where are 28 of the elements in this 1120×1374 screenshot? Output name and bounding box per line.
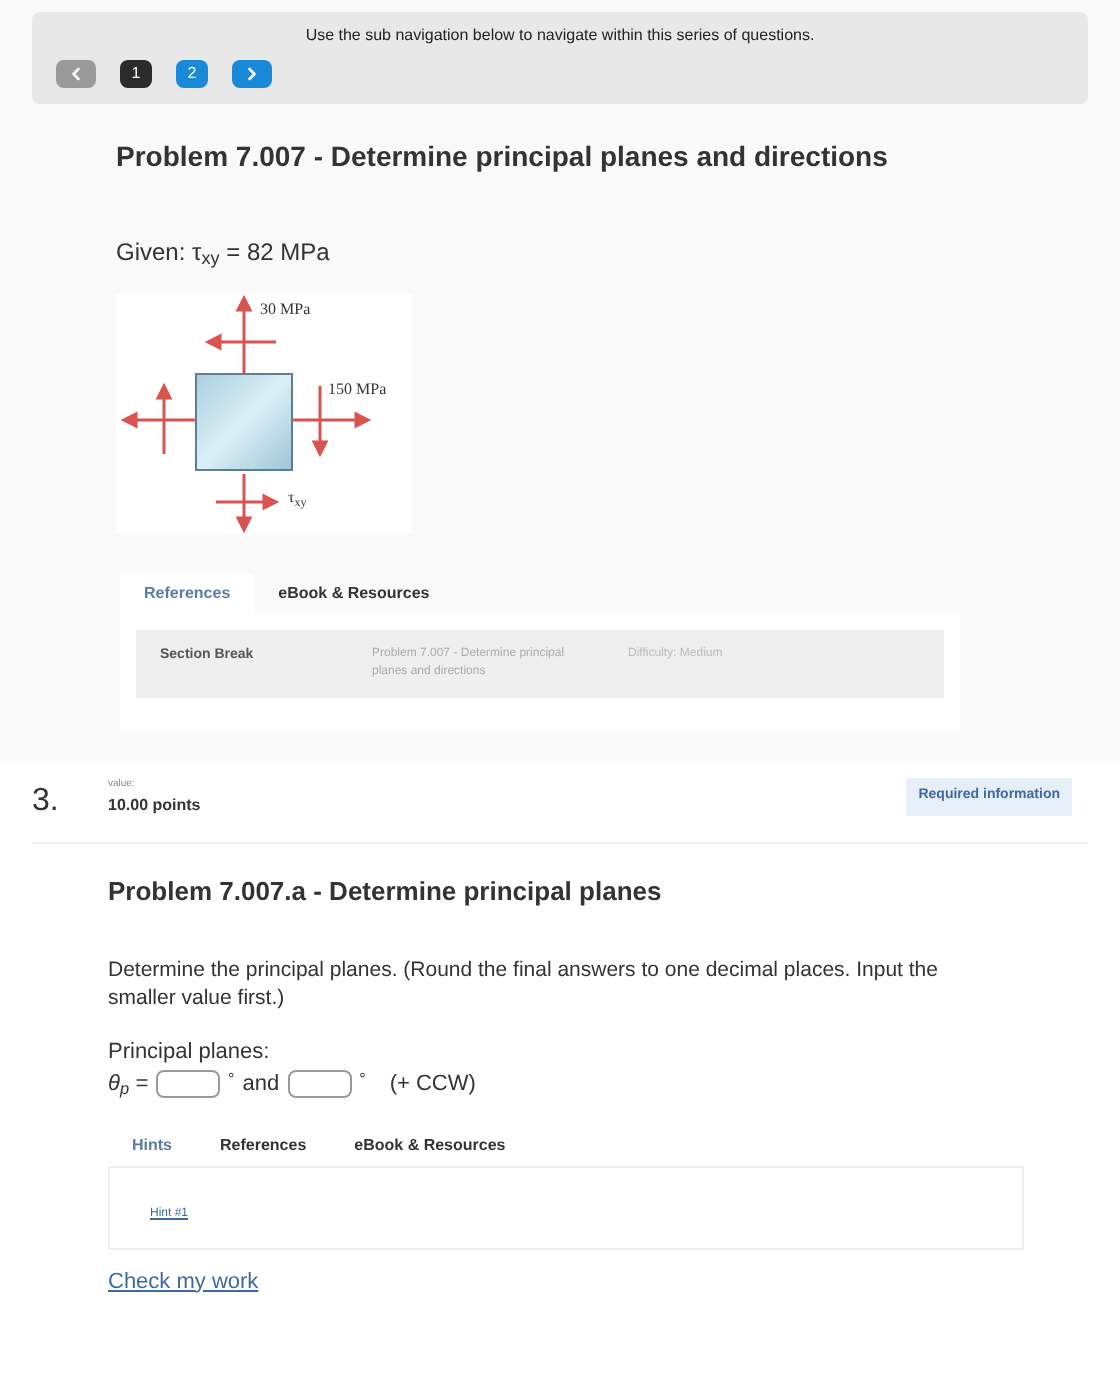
stress-label: 30 MPa bbox=[260, 298, 311, 322]
direction-text: (+ CCW) bbox=[389, 1070, 476, 1100]
chevron-right-icon bbox=[242, 64, 262, 84]
next-button[interactable] bbox=[232, 60, 272, 88]
theta-symbol: θ$_{p}$ = bbox=[108, 1070, 149, 1101]
answer-field[interactable] bbox=[287, 1070, 352, 1099]
tab[interactable]: eBook & Resources bbox=[254, 574, 454, 614]
problem-title: Problem 7.007 - Determine principal planes and directions bbox=[116, 138, 890, 176]
stress-label: τ$_{xy}$ bbox=[288, 486, 307, 510]
tab[interactable]: References bbox=[120, 574, 255, 614]
answer-field[interactable] bbox=[156, 1070, 221, 1099]
question-title: Problem 7.007.a - Determine principal planes bbox=[108, 874, 664, 910]
page-button[interactable]: 1 bbox=[120, 60, 152, 88]
degree-sign: ° bbox=[359, 1068, 366, 1092]
answer-label: Principal planes: bbox=[108, 1037, 272, 1067]
and-text: and bbox=[242, 1070, 280, 1100]
question-prompt: Determine the principal planes. (Round the final answers to one decimal places. Input the smaller value first.) bbox=[108, 955, 940, 1011]
degree-sign: ° bbox=[228, 1068, 235, 1092]
check-my-work-link[interactable]: Check my work bbox=[108, 1265, 259, 1298]
question-number: 3. bbox=[32, 782, 61, 822]
tab[interactable]: References bbox=[196, 1125, 331, 1165]
stress-label: 150 MPa bbox=[328, 378, 387, 402]
points-text: 10.00 points bbox=[108, 793, 201, 817]
tab[interactable]: eBook & Resources bbox=[330, 1125, 530, 1165]
instruction-text: Use the sub navigation below to navigate within this series of questions. bbox=[305, 24, 815, 48]
chevron-left-icon bbox=[66, 64, 86, 84]
page-button[interactable]: 2 bbox=[176, 60, 208, 88]
given-text: Given: τ$_{xy}$ = 82 MPa bbox=[116, 236, 332, 270]
